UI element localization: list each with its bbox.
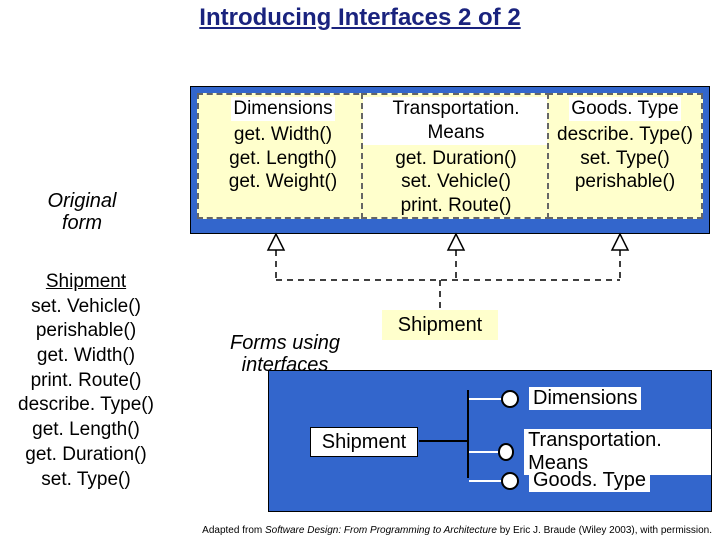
interface-methods: get. Width() get. Length() get. Weight() bbox=[199, 123, 367, 194]
method: set. Type() bbox=[2, 468, 170, 493]
method: get. Length() bbox=[2, 418, 170, 443]
method: describe. Type() bbox=[549, 123, 701, 147]
method: get. Length() bbox=[199, 147, 367, 171]
shipment-lollipop-box: Shipment bbox=[310, 427, 418, 457]
interface-methods: describe. Type() set. Type() perishable(… bbox=[549, 123, 701, 194]
interface-transportation: Transportation. Means get. Duration() se… bbox=[361, 93, 551, 219]
lollipop-dimensions: Dimensions bbox=[469, 387, 641, 410]
method: get. Weight() bbox=[199, 170, 367, 194]
interface-dimensions: Dimensions get. Width() get. Length() ge… bbox=[197, 93, 369, 219]
footnote-pre: Adapted from bbox=[202, 525, 265, 536]
interface-goodstype: Goods. Type describe. Type() set. Type()… bbox=[547, 93, 703, 219]
interface-name: Dimensions bbox=[231, 97, 334, 121]
method: perishable() bbox=[2, 319, 170, 344]
lollipop-goodstype: Goods. Type bbox=[469, 469, 650, 492]
method: describe. Type() bbox=[2, 393, 170, 418]
method: set. Vehicle() bbox=[2, 295, 170, 320]
caption-original: Original form bbox=[32, 190, 132, 234]
page-title: Introducing Interfaces 2 of 2 bbox=[0, 0, 720, 33]
class-name: Shipment bbox=[2, 270, 170, 295]
interfaces-container: Dimensions get. Width() get. Length() ge… bbox=[190, 86, 710, 234]
method: set. Vehicle() bbox=[363, 170, 549, 194]
lollipop-circle-icon bbox=[501, 472, 519, 490]
lollipop-line bbox=[469, 451, 500, 453]
method: get. Duration() bbox=[363, 147, 549, 171]
lollipop-label: Dimensions bbox=[529, 387, 641, 410]
lollipop-circle-icon bbox=[501, 390, 519, 408]
method: get. Width() bbox=[199, 123, 367, 147]
footnote-title: Software Design: From Programming to Arc… bbox=[265, 525, 497, 536]
method: print. Route() bbox=[2, 369, 170, 394]
interface-name: Transportation. Means bbox=[363, 97, 549, 145]
lollipop-line bbox=[469, 398, 503, 400]
interface-methods: get. Duration() set. Vehicle() print. Ro… bbox=[363, 147, 549, 218]
method: set. Type() bbox=[549, 147, 701, 171]
method: get. Duration() bbox=[2, 443, 170, 468]
footnote: Adapted from Software Design: From Progr… bbox=[202, 525, 712, 536]
shipment-original: Shipment set. Vehicle() perishable() get… bbox=[2, 270, 170, 492]
method: perishable() bbox=[549, 170, 701, 194]
footnote-post: by Eric J. Braude (Wiley 2003), with per… bbox=[497, 525, 712, 536]
method: get. Width() bbox=[2, 344, 170, 369]
method: print. Route() bbox=[363, 194, 549, 218]
interface-name: Goods. Type bbox=[569, 97, 680, 121]
lollipop-label: Goods. Type bbox=[529, 469, 650, 492]
lollipop-circle-icon bbox=[498, 443, 515, 461]
shipment-interfaces-box: Shipment bbox=[382, 310, 498, 340]
lollipop-line bbox=[469, 480, 503, 482]
